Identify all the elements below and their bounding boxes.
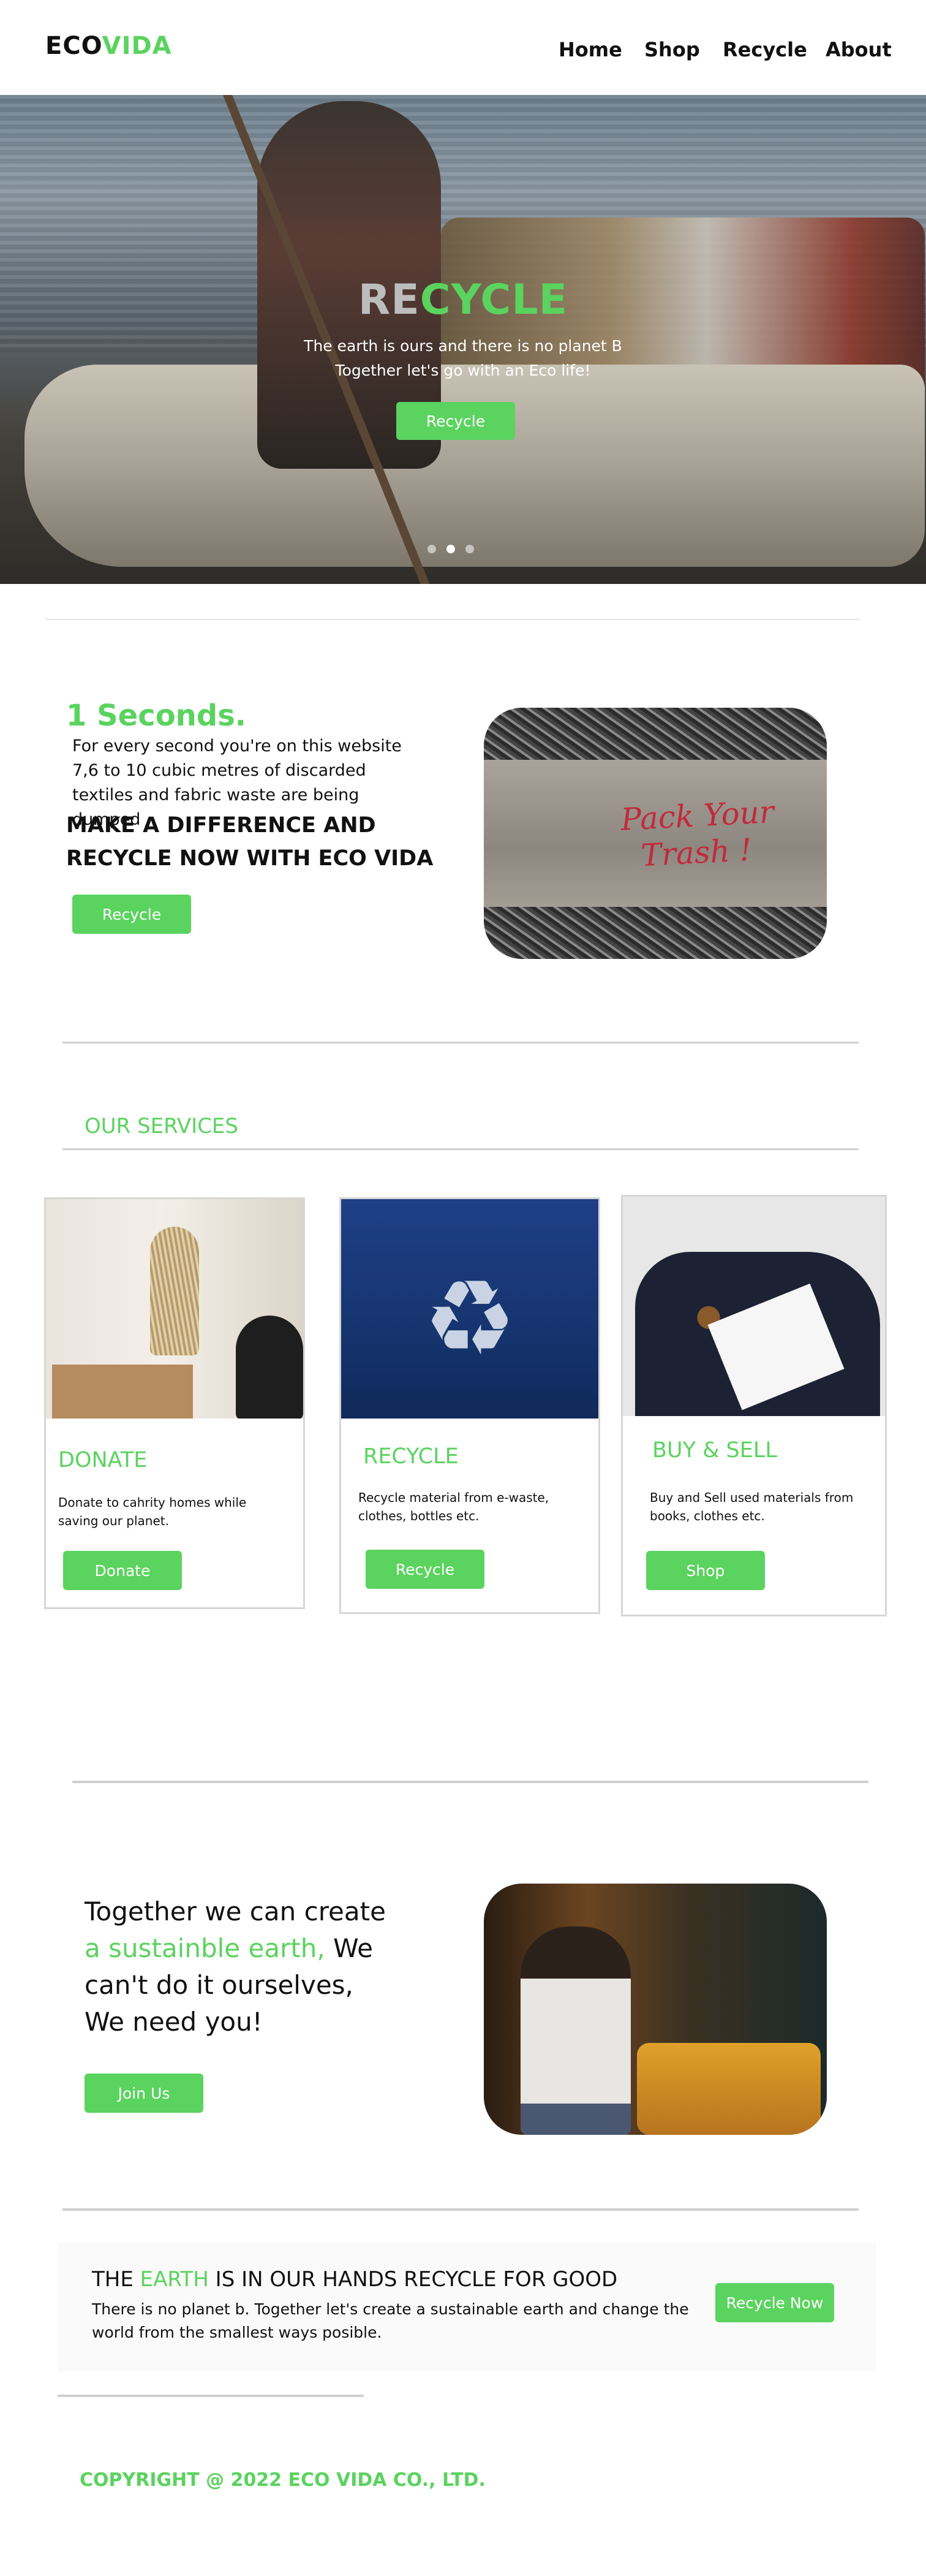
banner-title-pre: THE [92, 2267, 140, 2292]
card-title: DONATE [58, 1448, 148, 1472]
copyright-text: COPYRIGHT @ 2022 ECO VIDA CO., LTD. [80, 2469, 486, 2491]
banner-title-highlight: EARTH [140, 2267, 209, 2292]
divider [72, 1781, 868, 1783]
hero-title: RECYCLE [0, 276, 926, 324]
donate-image [46, 1199, 303, 1419]
service-card-recycle: ♻ RECYCLE Recycle material from e-waste,… [339, 1197, 600, 1614]
hero-boat [24, 365, 925, 567]
divider [62, 2208, 859, 2211]
divider [58, 2395, 364, 2397]
recycle-button[interactable]: Recycle [366, 1550, 484, 1589]
card-title: RECYCLE [363, 1444, 459, 1469]
banner-text: There is no planet b. Together let's cre… [92, 2300, 689, 2341]
shop-button[interactable]: Shop [646, 1551, 765, 1590]
recycle-now-button[interactable]: Recycle Now [715, 2283, 834, 2322]
service-card-donate: DONATE Donate to cahrity homes while sav… [44, 1197, 305, 1609]
nav-home[interactable]: Home [559, 38, 622, 61]
card-text: Buy and Sell used materials from books, … [650, 1490, 854, 1523]
divider [62, 1042, 859, 1044]
nav-shop[interactable]: Shop [644, 38, 700, 61]
together-line2-rest: We [325, 1933, 374, 1963]
together-line3: can't do it ourselves, [85, 1970, 353, 2000]
hero-subtitle: The earth is ours and there is no planet… [0, 334, 926, 383]
donate-button[interactable]: Donate [63, 1551, 182, 1590]
woman-recycling-image [484, 1884, 827, 2135]
together-highlight: a sustainble earth, [85, 1933, 325, 1963]
slide-dot-2[interactable] [446, 545, 455, 553]
woman-figure [236, 1316, 303, 1419]
banner-title: THE EARTH IS IN OUR HANDS RECYCLE FOR GO… [92, 2267, 617, 2292]
intro-heading: MAKE A DIFFERENCE AND RECYCLE NOW WITH E… [66, 809, 446, 875]
together-line1: Together we can create [85, 1896, 386, 1926]
divider [62, 1148, 859, 1150]
banner-title-post: IS IN OUR HANDS RECYCLE FOR GOOD [208, 2267, 618, 2292]
woman-figure [521, 1926, 631, 2135]
bin-decor [637, 2043, 821, 2135]
together-line2: a sustainble earth, We [85, 1930, 427, 1967]
intro-heading-line1: MAKE A DIFFERENCE AND [66, 813, 376, 838]
hero-subtitle-line2: Together let's go with an Eco life! [335, 362, 591, 379]
hero-subtitle-line1: The earth is ours and there is no planet… [304, 337, 622, 355]
buy-sell-image [623, 1197, 885, 1416]
nav-recycle[interactable]: Recycle [723, 38, 807, 61]
card-text: Recycle material from e-waste, clothes, … [358, 1490, 549, 1523]
hero-banner: RECYCLE The earth is ours and there is n… [0, 95, 926, 584]
nav-about[interactable]: About [826, 38, 892, 61]
pack-your-trash-image: Pack Your Trash ! [484, 708, 827, 959]
sign-lettering: Pack Your Trash ! [620, 792, 807, 875]
hero-title-cycle: CYCLE [420, 276, 568, 324]
join-us-button[interactable]: Join Us [85, 2074, 203, 2113]
logo[interactable]: ECOVIDA [45, 32, 172, 60]
plant-decor [150, 1227, 199, 1355]
services-title: OUR SERVICES [85, 1114, 238, 1138]
slide-dot-1[interactable] [427, 545, 436, 553]
together-line4: We need you! [85, 2007, 263, 2037]
boxes-decor [52, 1365, 193, 1419]
slide-dot-3[interactable] [465, 545, 474, 553]
together-heading: Together we can create a sustainble eart… [85, 1893, 427, 2040]
logo-eco-text: ECO [45, 32, 102, 60]
logo-vida-text: VIDA [102, 32, 172, 60]
intro-recycle-button[interactable]: Recycle [72, 895, 191, 934]
recycle-bin-image: ♻ [341, 1199, 598, 1419]
card-title: BUY & SELL [652, 1438, 777, 1463]
seconds-counter: 1 Seconds. [66, 699, 246, 733]
hero-recycle-button[interactable]: Recycle [396, 402, 515, 440]
hero-title-re: RE [358, 276, 420, 324]
intro-heading-line2: RECYCLE NOW WITH ECO VIDA [66, 846, 434, 871]
service-card-buy-sell: BUY & SELL Buy and Sell used materials f… [621, 1195, 887, 1616]
recycle-icon: ♻ [423, 1258, 517, 1379]
divider [45, 619, 860, 620]
card-text: Donate to cahrity homes while saving our… [58, 1495, 247, 1528]
